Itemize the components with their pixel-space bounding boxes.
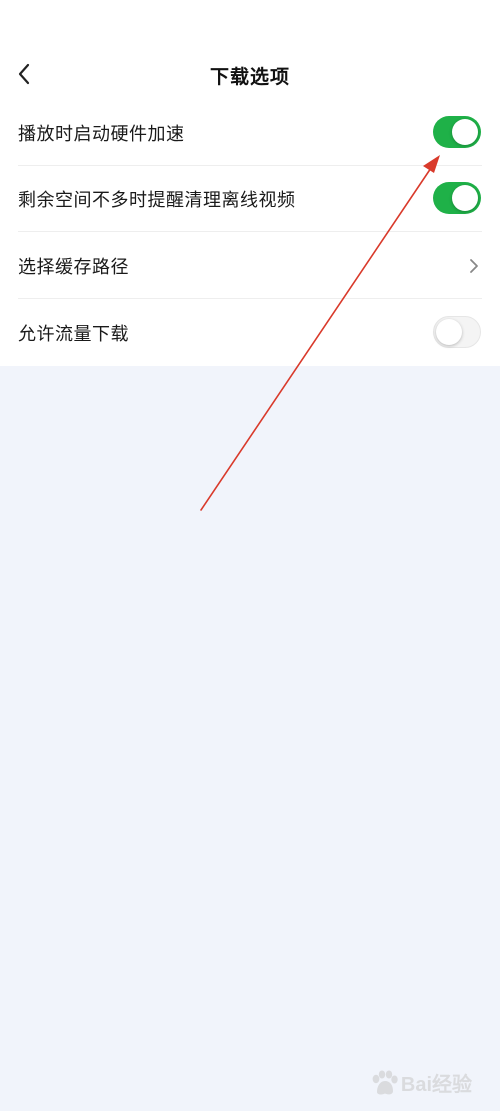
nav-header: 下载选项 <box>0 44 500 108</box>
hardware-acceleration-toggle[interactable] <box>433 116 481 148</box>
toggle-knob <box>452 119 478 145</box>
cellular-download-toggle[interactable] <box>433 316 481 348</box>
divider <box>18 298 482 299</box>
setting-low-space-reminder[interactable]: 剩余空间不多时提醒清理离线视频 <box>0 166 500 232</box>
chevron-right-icon <box>470 259 478 273</box>
baidu-paw-icon <box>372 1070 398 1094</box>
setting-label: 剩余空间不多时提醒清理离线视频 <box>18 190 296 211</box>
divider <box>18 231 482 232</box>
setting-allow-cellular-download[interactable]: 允许流量下载 <box>0 300 500 366</box>
download-options-screen: 下载选项 播放时启动硬件加速 剩余空间不多时提醒清理离线视频 选择缓存路径 允许… <box>0 0 500 1111</box>
low-space-reminder-toggle[interactable] <box>433 182 481 214</box>
setting-label: 允许流量下载 <box>18 324 129 345</box>
baidu-watermark: Bai经验 <box>369 1068 472 1097</box>
setting-cache-path[interactable]: 选择缓存路径 <box>0 233 500 299</box>
settings-panel: 下载选项 播放时启动硬件加速 剩余空间不多时提醒清理离线视频 选择缓存路径 允许… <box>0 0 500 366</box>
setting-label: 播放时启动硬件加速 <box>18 124 185 145</box>
toggle-knob <box>452 185 478 211</box>
setting-label: 选择缓存路径 <box>18 257 129 278</box>
page-title: 下载选项 <box>209 66 290 88</box>
toggle-knob <box>436 319 462 345</box>
setting-hardware-acceleration[interactable]: 播放时启动硬件加速 <box>0 100 500 166</box>
watermark-text: Bai经验 <box>400 1074 472 1096</box>
